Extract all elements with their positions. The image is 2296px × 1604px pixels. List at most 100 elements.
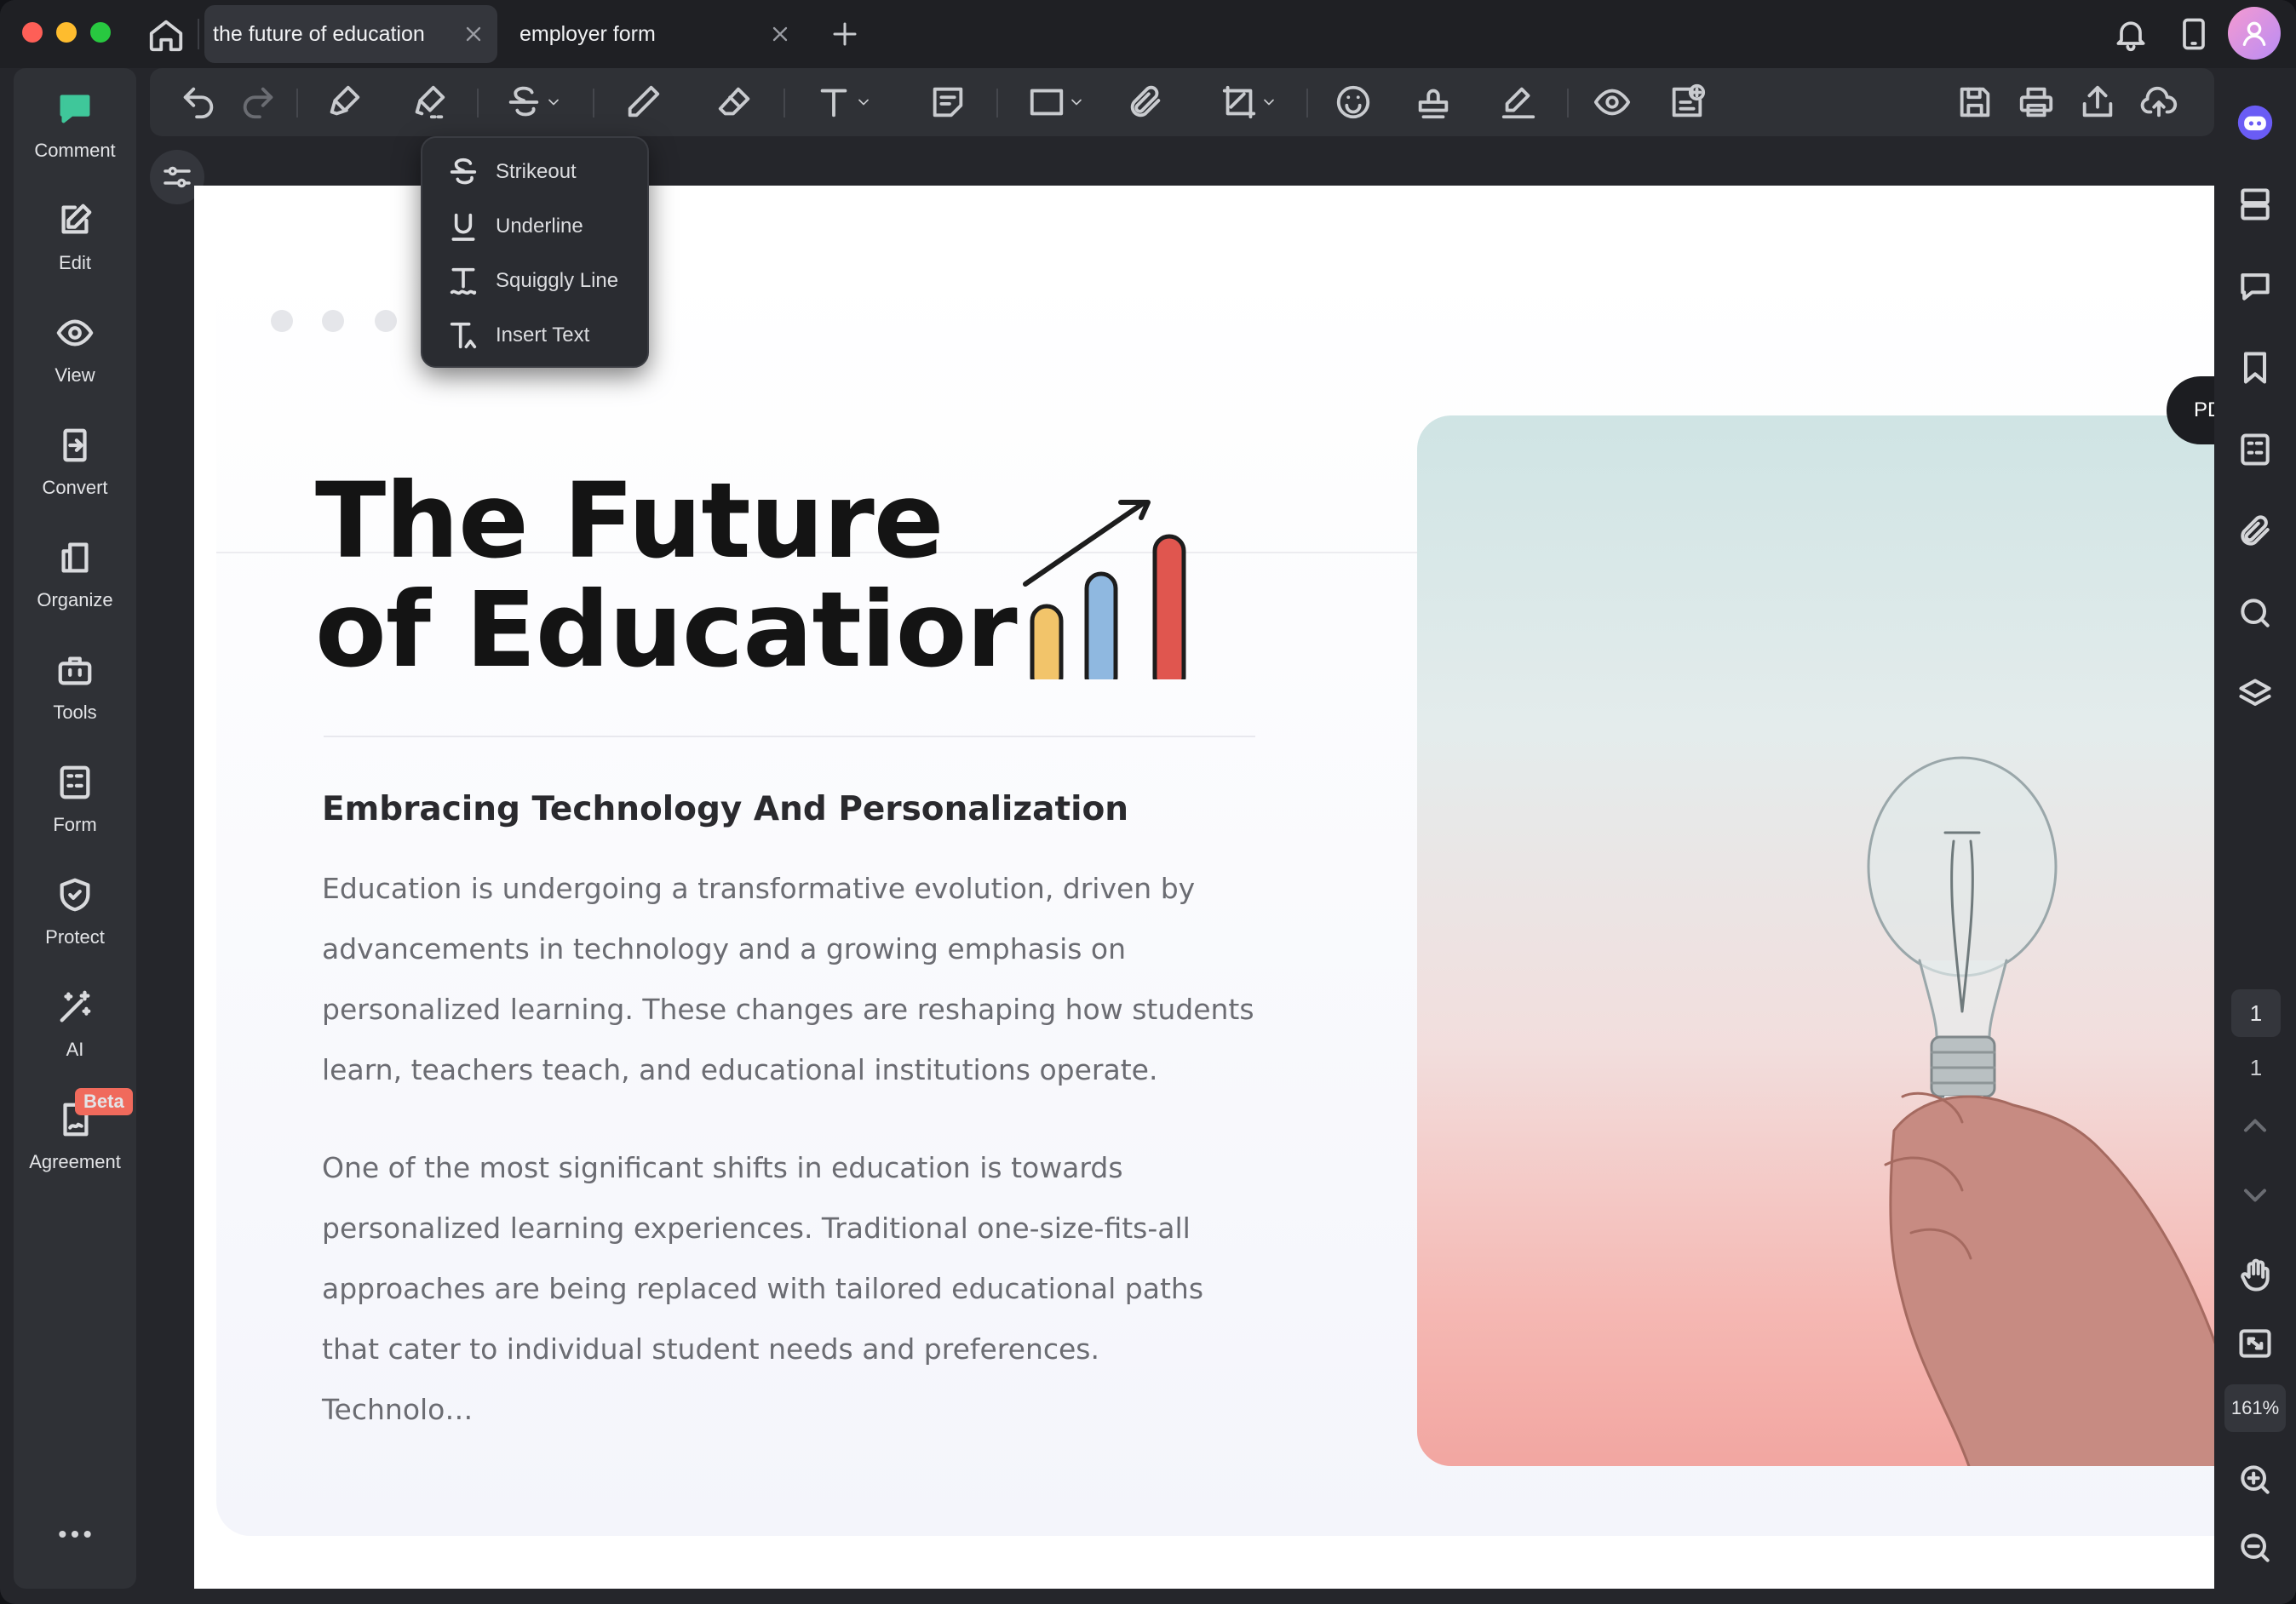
highlight-button[interactable] (324, 80, 363, 124)
menu-item-underline[interactable]: Underline (422, 199, 647, 254)
toolbar-separator (784, 89, 785, 117)
add-comment-button[interactable] (1667, 80, 1707, 124)
sticky-note-button[interactable] (928, 80, 967, 124)
sticker-button[interactable] (1334, 80, 1373, 124)
form-icon (2241, 433, 2270, 466)
layers-button[interactable] (2228, 667, 2282, 722)
tablet-icon[interactable] (2175, 15, 2213, 53)
ai-bot-icon (2237, 105, 2273, 140)
home-icon[interactable] (146, 15, 186, 54)
decor-dot (375, 310, 397, 332)
stamp-icon (1418, 89, 1449, 119)
close-tab-icon[interactable] (768, 22, 792, 46)
menu-item-label: Underline (496, 215, 583, 238)
fit-page-button[interactable] (2228, 1316, 2282, 1371)
comments-panel-button[interactable] (2228, 259, 2282, 313)
title-bar: the future of education employer form (0, 0, 2296, 68)
sidebar-item-protect[interactable]: Protect (14, 860, 136, 962)
plus-icon[interactable] (829, 19, 860, 49)
document-title: The Future of Educatior (315, 467, 1082, 685)
user-avatar[interactable] (2228, 7, 2281, 60)
decor-dot (271, 310, 293, 332)
current-page-input[interactable]: 1 (2231, 989, 2281, 1037)
close-tab-icon[interactable] (462, 22, 485, 46)
sidebar-item-agreement[interactable]: Beta Agreement (14, 1085, 136, 1187)
redo-button[interactable] (238, 80, 278, 124)
print-button[interactable] (2017, 80, 2056, 124)
shape-dropdown[interactable] (1027, 80, 1085, 124)
strikeout-dropdown-menu: Strikeout Underline Squiggly Line Insert… (421, 136, 649, 368)
text-dropdown[interactable] (814, 80, 872, 124)
sidebar-item-edit[interactable]: Edit (14, 186, 136, 288)
total-pages: 1 (2249, 1054, 2263, 1080)
chevron-down-icon (548, 99, 559, 106)
next-page-button[interactable] (2228, 1168, 2282, 1223)
chevron-down-icon (1264, 99, 1274, 106)
sidebar-item-convert[interactable]: Convert (14, 410, 136, 513)
hand-with-lightbulb-illustration (1867, 756, 2214, 1466)
zoom-level[interactable]: 161% (2224, 1384, 2286, 1432)
save-button[interactable] (1955, 80, 1995, 124)
sticker-icon (1336, 85, 1370, 119)
signature-button[interactable] (1499, 80, 1538, 124)
sidebar-item-label: Form (53, 814, 97, 835)
bookmarks-button[interactable] (2228, 341, 2282, 395)
highlighter-icon (330, 85, 360, 116)
search-button[interactable] (2228, 586, 2282, 640)
eraser-icon (718, 87, 750, 116)
pencil-icon (628, 85, 660, 117)
close-window-button[interactable] (22, 22, 43, 43)
attachments-button[interactable] (2228, 504, 2282, 559)
tab-label: the future of education (213, 21, 425, 46)
sidebar-item-comment[interactable]: Comment (14, 73, 136, 175)
hide-annotations-button[interactable] (1593, 80, 1632, 124)
more-icon[interactable] (56, 1526, 94, 1543)
zoom-out-button[interactable] (2228, 1521, 2282, 1575)
hand-tool-button[interactable] (2228, 1248, 2282, 1303)
ai-assistant-button[interactable] (2228, 95, 2282, 150)
title-line-1: The Future (315, 461, 944, 581)
share-icon (2082, 85, 2113, 117)
stamp-button[interactable] (1414, 80, 1453, 124)
thumbnails-button[interactable] (2228, 177, 2282, 232)
share-button[interactable] (2078, 80, 2117, 124)
bell-icon[interactable] (2112, 15, 2150, 53)
cloud-upload-icon (2140, 86, 2178, 117)
upload-cloud-button[interactable] (2139, 80, 2178, 124)
sidebar-item-form[interactable]: Form (14, 748, 136, 850)
comment-icon (60, 95, 90, 123)
minimize-window-button[interactable] (56, 22, 77, 43)
menu-item-strikeout[interactable]: Strikeout (422, 145, 647, 199)
paragraph-line: approaches are being replaced with tailo… (322, 1272, 1204, 1305)
sidebar-item-ai[interactable]: AI (14, 972, 136, 1074)
pencil-button[interactable] (623, 80, 663, 124)
area-highlight-button[interactable] (409, 80, 448, 124)
sidebar-item-tools[interactable]: Tools (14, 635, 136, 737)
paperclip-icon (2241, 515, 2270, 546)
form-fields-button[interactable] (2228, 422, 2282, 477)
menu-item-insert-text[interactable]: Insert Text (422, 308, 647, 363)
sidebar-item-organize[interactable]: Organize (14, 523, 136, 625)
crop-dropdown[interactable] (1220, 80, 1277, 124)
sidebar-item-view[interactable]: View (14, 298, 136, 400)
sidebar-item-label: Organize (37, 589, 113, 610)
eraser-button[interactable] (715, 80, 755, 124)
strikeout-icon (450, 158, 477, 185)
undo-icon (183, 87, 214, 119)
zoom-window-button[interactable] (90, 22, 111, 43)
zoom-in-button[interactable] (2228, 1452, 2282, 1507)
tab-employer-form[interactable]: employer form (511, 5, 804, 63)
previous-page-button[interactable] (2228, 1098, 2282, 1153)
toolbar-separator (296, 89, 298, 117)
fit-page-icon (2239, 1329, 2271, 1358)
squiggly-icon (450, 267, 477, 295)
chart-bar (1084, 571, 1118, 679)
undo-button[interactable] (179, 80, 218, 124)
eye-icon (56, 319, 94, 347)
attachment-button[interactable] (1126, 80, 1165, 124)
menu-item-squiggly-line[interactable]: Squiggly Line (422, 254, 647, 308)
strikethrough-dropdown[interactable] (504, 80, 562, 124)
sliders-icon (164, 166, 191, 188)
tab-the-future-of-education[interactable]: the future of education (204, 5, 497, 63)
paragraph-2: One of the most significant shifts in ed… (322, 1137, 1259, 1440)
